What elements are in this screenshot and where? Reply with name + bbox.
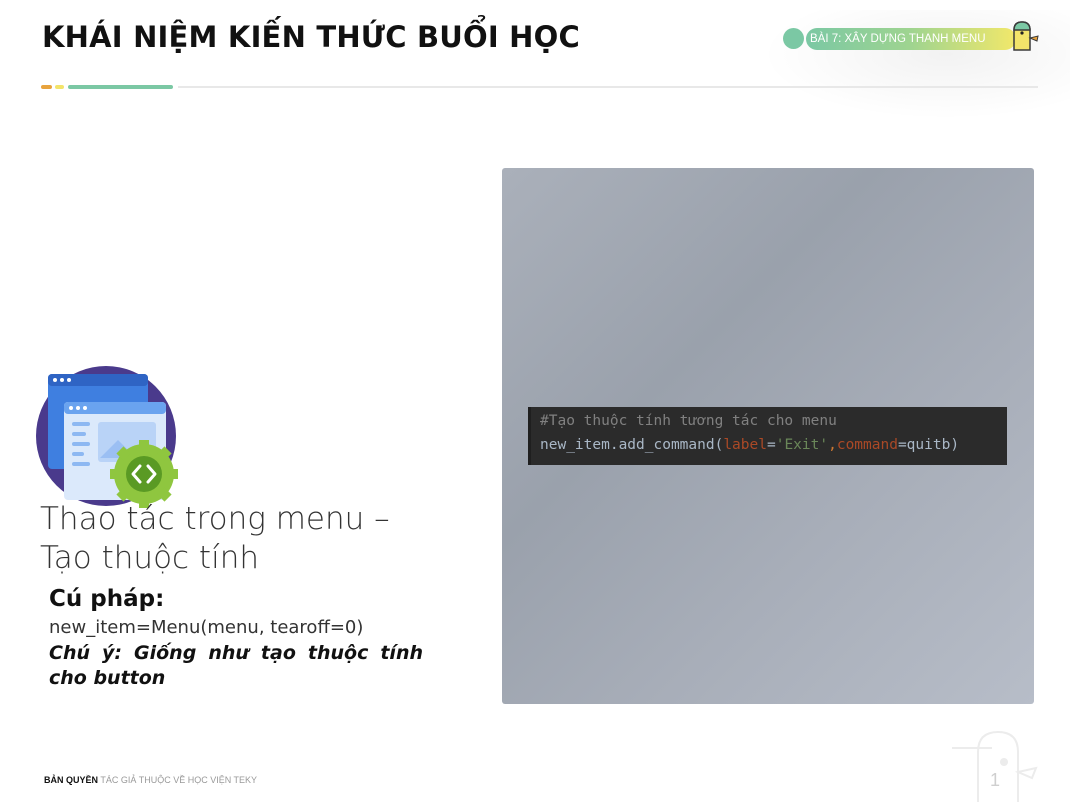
lesson-badge: BÀI 7: XÂY DỰNG THANH MENU xyxy=(806,28,1016,50)
code-comment: #Tạo thuộc tính tương tác cho menu xyxy=(540,413,837,429)
code-comment-line: #Tạo thuộc tính tương tác cho menu xyxy=(540,409,1007,433)
page-title: KHÁI NIỆM KIẾN THỨC BUỔI HỌC xyxy=(42,20,580,54)
accent-orange xyxy=(41,85,52,89)
mascot-icon xyxy=(1013,21,1039,51)
copyright-label: BẢN QUYỀN xyxy=(44,775,99,785)
copyright-footer: BẢN QUYỀN TÁC GIẢ THUỘC VỀ HỌC VIỆN TEKY xyxy=(44,775,257,785)
syntax-code: new_item=Menu(menu, tearoff=0) xyxy=(49,617,364,638)
code-token: = xyxy=(766,437,776,453)
web-code-icon xyxy=(36,366,178,508)
heading-line: Tạo thuộc tính xyxy=(40,540,259,576)
code-snippet: #Tạo thuộc tính tương tác cho menu new_i… xyxy=(528,407,1007,465)
code-token: label xyxy=(723,437,767,453)
copyright-owner: TÁC GIẢ THUỘC VỀ HỌC VIỆN TEKY xyxy=(100,775,258,785)
note-text: Chú ý: Giống như tạo thuộc tính cho butt… xyxy=(49,642,423,689)
syntax-label: Cú pháp: xyxy=(49,586,165,612)
accent-yellow xyxy=(55,85,64,89)
section-heading: Thao tác trong menu – Tạo thuộc tính xyxy=(40,500,460,578)
code-token: =quitb) xyxy=(897,437,960,453)
code-token: 'Exit' xyxy=(775,437,829,453)
code-command-line: new_item.add_command(label='Exit',comman… xyxy=(540,433,1007,457)
code-token: command xyxy=(836,437,898,453)
header-divider xyxy=(178,86,1038,88)
accent-green xyxy=(68,85,173,89)
badge-dot xyxy=(783,28,804,49)
code-token: new_item.add_command( xyxy=(540,437,724,453)
code-token: , xyxy=(828,437,837,453)
heading-line: Thao tác trong menu – xyxy=(40,501,390,537)
page-number: 1 xyxy=(990,770,1001,790)
